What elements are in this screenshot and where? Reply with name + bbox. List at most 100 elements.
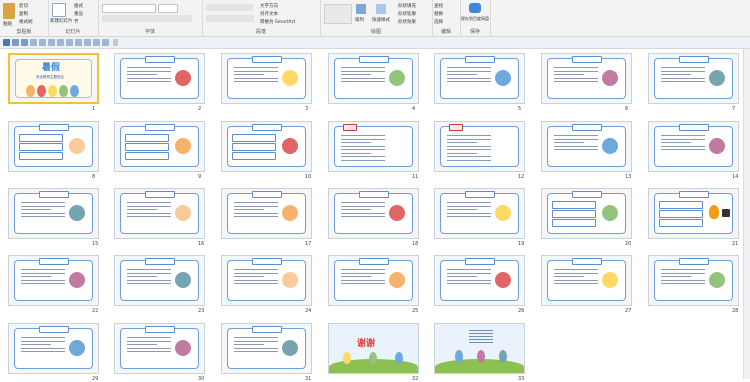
new-slide-button[interactable]: 新建幻灯片 <box>50 18 73 24</box>
slide-thumbnail[interactable] <box>328 188 419 239</box>
paste-icon[interactable] <box>3 3 15 19</box>
slide-thumbnail[interactable] <box>8 255 99 306</box>
slide-thumbnail[interactable] <box>8 188 99 239</box>
slide-thumbnail[interactable] <box>648 188 739 239</box>
text-line <box>447 152 477 154</box>
text-line <box>341 276 371 277</box>
spelling-icon[interactable] <box>66 39 73 46</box>
slide-thumbnail[interactable] <box>8 121 99 172</box>
smartart-button[interactable]: 转换为 SmartArt <box>260 19 295 25</box>
copy-button[interactable]: 复制 <box>19 11 28 17</box>
quick-styles-icon[interactable] <box>376 4 386 14</box>
font-format-bar[interactable] <box>102 15 192 22</box>
slide-thumbnail[interactable] <box>8 323 99 374</box>
slide-thumbnail[interactable] <box>541 255 632 306</box>
font-name-select[interactable] <box>102 4 156 13</box>
slide-thumbnail[interactable] <box>648 121 739 172</box>
slide-thumbnail[interactable] <box>114 188 205 239</box>
paste-button[interactable]: 粘贴 <box>3 21 12 27</box>
slide-thumbnail[interactable] <box>221 121 312 172</box>
text-line <box>234 205 278 207</box>
layout-button[interactable]: 版式 <box>74 3 83 9</box>
save-icon[interactable] <box>3 39 10 46</box>
quick-styles-button[interactable]: 快速样式 <box>372 17 390 23</box>
redo-icon[interactable] <box>21 39 28 46</box>
slideshow-icon[interactable] <box>75 39 82 46</box>
text-direction-button[interactable]: 文字方向 <box>260 3 278 9</box>
reset-button[interactable]: 重设 <box>74 11 83 17</box>
text-line <box>234 209 264 210</box>
slide-illustration <box>175 70 191 86</box>
arrange-button[interactable]: 排列 <box>355 17 364 23</box>
text-line <box>127 269 171 270</box>
slide-thumbnail[interactable] <box>114 255 205 306</box>
slide-thumbnail[interactable] <box>434 121 525 172</box>
slide-illustration <box>282 205 298 221</box>
slide-thumbnail[interactable] <box>434 255 525 306</box>
section-button[interactable]: 节 <box>74 19 79 25</box>
slide-thumbnail[interactable] <box>434 323 525 374</box>
slide-illustration <box>175 272 191 288</box>
slide-thumbnail[interactable] <box>434 53 525 104</box>
cloud-save-icon[interactable] <box>469 3 481 13</box>
slide-thumbnail[interactable] <box>114 323 205 374</box>
shapes-gallery[interactable] <box>324 4 352 24</box>
print-icon[interactable] <box>30 39 37 46</box>
slide-thumbnail[interactable] <box>328 255 419 306</box>
text-line <box>127 272 171 274</box>
list-buttons[interactable] <box>206 4 254 11</box>
shape-effects-button[interactable]: 形状效果 <box>398 19 416 25</box>
new-slide-icon[interactable] <box>52 3 66 17</box>
text-line <box>661 70 705 72</box>
insert-icon[interactable] <box>93 39 100 46</box>
email-icon[interactable] <box>84 39 91 46</box>
slide-thumbnail[interactable] <box>221 323 312 374</box>
align-buttons[interactable] <box>206 15 254 22</box>
slide-thumbnail[interactable]: 暑假 安全教育主题班会 <box>8 53 99 104</box>
open-icon[interactable] <box>39 39 46 46</box>
vertical-scrollbar[interactable] <box>743 49 750 379</box>
shape-outline-button[interactable]: 形状轮廓 <box>398 11 416 17</box>
slide-thumbnail[interactable] <box>541 121 632 172</box>
slide-heading-tag <box>464 258 495 265</box>
slide-heading-tag <box>358 258 389 265</box>
slide-illustration <box>175 138 191 154</box>
font-size-select[interactable] <box>158 4 178 13</box>
save-to-cloud-button[interactable]: 保存到百度网盘 <box>461 16 489 22</box>
slide-thumbnail[interactable] <box>221 53 312 104</box>
slide-thumbnail[interactable] <box>328 121 419 172</box>
text-line <box>21 351 65 352</box>
slide-number: 19 <box>518 241 525 247</box>
select-button[interactable]: 选择 <box>434 19 443 25</box>
slide-thumbnail[interactable] <box>648 53 739 104</box>
text-line <box>234 344 264 345</box>
slide-thumbnail[interactable]: 谢谢 <box>328 323 419 374</box>
text-line <box>661 272 705 274</box>
text-line <box>234 279 278 281</box>
text-line <box>341 279 385 281</box>
slide-thumbnail[interactable] <box>434 188 525 239</box>
new-icon[interactable] <box>48 39 55 46</box>
slide-thumbnail[interactable] <box>541 53 632 104</box>
align-text-button[interactable]: 对齐文本 <box>260 11 278 17</box>
text-line <box>127 283 171 284</box>
preview-icon[interactable] <box>57 39 64 46</box>
text-line <box>661 276 691 277</box>
slide-thumbnail[interactable] <box>114 53 205 104</box>
undo-icon[interactable] <box>12 39 19 46</box>
customize-qat-icon[interactable] <box>113 39 118 46</box>
find-button[interactable]: 查找 <box>434 3 443 9</box>
shape-fill-button[interactable]: 形状填充 <box>398 3 416 9</box>
slide-thumbnail[interactable] <box>328 53 419 104</box>
replace-button[interactable]: 替换 <box>434 11 443 17</box>
cut-button[interactable]: 剪切 <box>19 3 28 9</box>
format-painter-button[interactable]: 格式刷 <box>19 19 33 25</box>
chart-icon[interactable] <box>102 39 109 46</box>
slide-thumbnail[interactable] <box>114 121 205 172</box>
slide-thumbnail[interactable] <box>648 255 739 306</box>
arrange-icon[interactable] <box>356 4 366 14</box>
slide-thumbnail[interactable] <box>541 188 632 239</box>
slide-thumbnail[interactable] <box>221 255 312 306</box>
group-font: 字体 <box>98 0 203 36</box>
slide-thumbnail[interactable] <box>221 188 312 239</box>
